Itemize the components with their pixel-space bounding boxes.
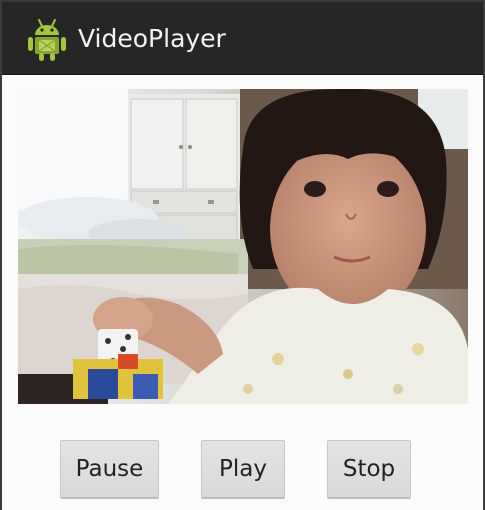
app-title: VideoPlayer (78, 24, 226, 53)
stop-button[interactable]: Stop (327, 440, 411, 499)
action-bar: VideoPlayer (2, 2, 483, 75)
pause-button[interactable]: Pause (60, 440, 159, 499)
video-frame-image (18, 89, 468, 404)
play-button[interactable]: Play (201, 440, 285, 499)
video-view[interactable] (18, 89, 468, 404)
android-icon (28, 19, 66, 61)
playback-controls: Pause Play Stop (0, 440, 485, 500)
